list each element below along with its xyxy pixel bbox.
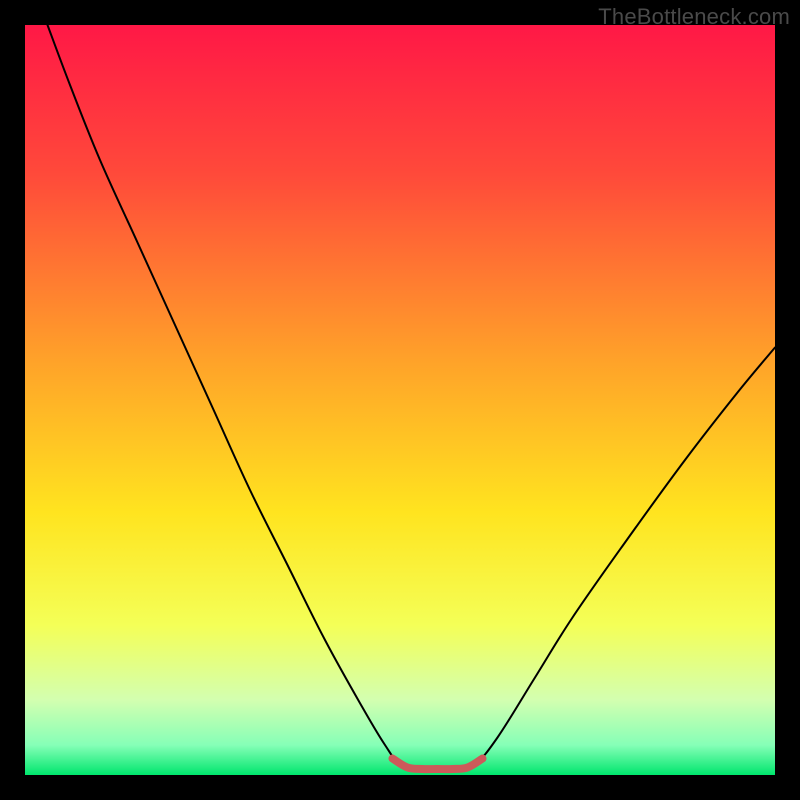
flat-optimum-band (393, 759, 483, 770)
chart-curves (25, 25, 775, 775)
watermark-text: TheBottleneck.com (598, 4, 790, 30)
bottleneck-curve (48, 25, 776, 771)
chart-plot-area (25, 25, 775, 775)
